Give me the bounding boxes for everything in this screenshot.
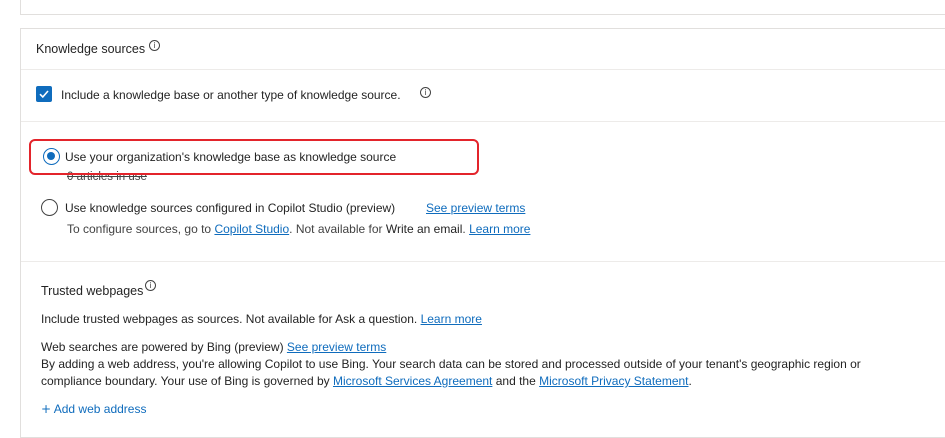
divider xyxy=(21,261,945,262)
bing-heading-text: Web searches are powered by Bing (previe… xyxy=(41,340,284,354)
bing-body-line1: By adding a web address, you're allowing… xyxy=(41,357,861,371)
description-end: . xyxy=(413,312,418,326)
description-prefix: Include trusted webpages as sources. Not… xyxy=(41,312,333,326)
detail-middle: . Not available for xyxy=(289,222,383,236)
check-icon xyxy=(39,90,49,99)
divider xyxy=(21,69,945,70)
write-an-email-text: Write an email xyxy=(385,222,463,236)
copilot-studio-sources-label[interactable]: Use knowledge sources configured in Copi… xyxy=(65,201,395,215)
bing-body-line2: compliance boundary. Your use of Bing is… xyxy=(41,374,692,388)
include-knowledge-label: Include a knowledge base or another type… xyxy=(61,88,401,102)
microsoft-privacy-statement-link[interactable]: Microsoft Privacy Statement xyxy=(539,374,688,388)
detail-end: . xyxy=(462,222,466,236)
previous-card-edge xyxy=(20,0,945,15)
trusted-webpages-description: Include trusted webpages as sources. Not… xyxy=(41,312,482,326)
trusted-webpages-title: Trusted webpages xyxy=(41,284,144,298)
microsoft-services-agreement-link[interactable]: Microsoft Services Agreement xyxy=(333,374,492,388)
knowledge-settings-card: Knowledge sources i Include a knowledge … xyxy=(20,28,945,438)
info-icon[interactable]: i xyxy=(420,87,431,98)
end-period: . xyxy=(688,374,692,388)
bing-preview-terms-link[interactable]: See preview terms xyxy=(287,340,386,354)
radio-copilot-studio-sources[interactable] xyxy=(41,199,58,216)
highlight-annotation xyxy=(29,139,479,175)
info-icon[interactable]: i xyxy=(145,280,156,291)
divider xyxy=(21,121,945,122)
info-icon[interactable]: i xyxy=(149,40,160,51)
bing-body-prefix: compliance boundary. Your use of Bing is… xyxy=(41,374,330,388)
learn-more-link[interactable]: Learn more xyxy=(421,312,482,326)
include-knowledge-checkbox[interactable] xyxy=(36,86,52,102)
add-web-address-button[interactable]: + Add web address xyxy=(41,402,146,416)
copilot-studio-link[interactable]: Copilot Studio xyxy=(214,222,289,236)
bing-heading: Web searches are powered by Bing (previe… xyxy=(41,340,386,354)
plus-icon: + xyxy=(41,402,52,416)
ask-a-question-text: Ask a question xyxy=(335,312,414,326)
add-web-address-label: Add web address xyxy=(53,402,147,416)
knowledge-sources-title: Knowledge sources xyxy=(36,42,146,56)
see-preview-terms-link[interactable]: See preview terms xyxy=(426,201,525,215)
copilot-studio-detail: To configure sources, go to Copilot Stud… xyxy=(67,222,530,236)
and-text: and the xyxy=(495,374,536,388)
detail-prefix: To configure sources, go to xyxy=(67,222,212,236)
learn-more-link[interactable]: Learn more xyxy=(469,222,530,236)
